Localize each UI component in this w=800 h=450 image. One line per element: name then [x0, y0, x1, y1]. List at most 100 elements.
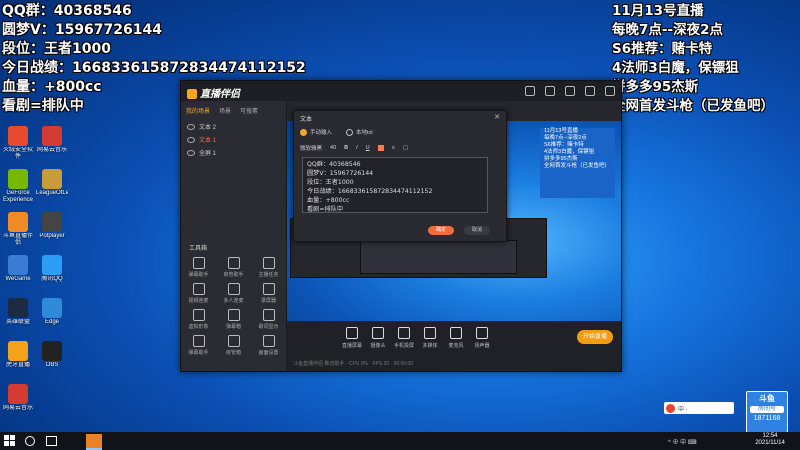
source-button[interactable]: 摄像头 — [365, 327, 391, 349]
source-button[interactable]: 扬声器 — [469, 327, 495, 349]
desktop-icon[interactable]: GeForce Experience — [2, 169, 34, 204]
windows-start-icon[interactable] — [4, 435, 15, 446]
maximize-icon[interactable] — [585, 86, 595, 96]
desktop-icon[interactable]: 网易云音乐 — [36, 126, 68, 161]
confirm-button[interactable]: 确定 — [428, 226, 454, 235]
radio-local-txt[interactable]: 本地txt — [346, 128, 373, 137]
tool-label: 房管助手 — [223, 272, 244, 278]
tool-item[interactable]: 弹幕箱 — [216, 309, 251, 330]
taskbar-clock[interactable]: 12:54 2021/11/14 — [748, 433, 792, 447]
app-icon — [8, 298, 28, 318]
app-icon — [42, 126, 62, 146]
desktop-icon[interactable]: 虎牙直播 — [2, 341, 34, 376]
desktop-icon[interactable]: 网易云音乐 — [2, 384, 34, 419]
tool-label: 弹幕助手 — [188, 272, 209, 278]
text-color-swatch[interactable] — [377, 145, 384, 151]
desktop-icon[interactable]: 火绒安全软件 — [2, 126, 34, 161]
size-select[interactable]: 40 — [330, 145, 336, 151]
desktop-icon-label: 火绒安全软件 — [2, 147, 33, 160]
menu-icon[interactable] — [545, 86, 555, 96]
app-icon — [8, 384, 28, 404]
desktop-icon-label: 网易云音乐 — [36, 147, 67, 153]
tool-label: 视频连麦 — [188, 298, 209, 304]
radio-manual[interactable]: 手动输入 — [300, 128, 332, 137]
desktop-icon[interactable]: WeGame — [2, 255, 34, 290]
app-icon — [8, 341, 28, 361]
border-icon[interactable]: ▢ — [403, 145, 408, 151]
search-icon[interactable] — [25, 436, 35, 446]
desktop-icon[interactable]: Potplayer — [36, 212, 68, 247]
tool-label: 弹幕助手 — [188, 350, 209, 356]
source-icon — [424, 327, 436, 339]
status-bar: 斗鱼直播伴侣 推流助手 · CPU 0% · FPS 30 · 00:00:00 — [293, 361, 414, 367]
tool-item[interactable]: 房管助手 — [216, 257, 251, 278]
skin-icon[interactable] — [525, 86, 535, 96]
nested-preview-window-inner — [360, 240, 517, 274]
tab-my-scenes[interactable]: 我的场景 — [186, 106, 210, 115]
desktop-icon-label: 腾讯QQ — [41, 276, 63, 282]
tool-item[interactable]: 多人连麦 — [216, 283, 251, 304]
tool-icon — [262, 257, 275, 269]
tab-scenes[interactable]: 场景 — [219, 106, 231, 115]
app-logo: 直播伴侣 — [187, 85, 240, 100]
desktop-icon[interactable]: OBS — [36, 341, 68, 376]
app-icon — [8, 255, 28, 275]
desktop-icon[interactable]: LeagueOfLegends — [36, 169, 68, 204]
start-live-button[interactable]: 开始直播 — [577, 330, 613, 344]
tool-item[interactable]: 弹幕助手 — [181, 335, 216, 356]
scene-label: 文本 2 — [199, 125, 217, 131]
close-icon[interactable]: ✕ — [494, 113, 500, 121]
bold-button[interactable]: B — [344, 145, 348, 151]
desktop-icon[interactable]: Edge — [36, 298, 68, 333]
app-icon — [8, 169, 28, 189]
eye-icon[interactable] — [187, 136, 195, 143]
source-icon — [476, 327, 488, 339]
scene-item-active[interactable]: 文本 1 — [181, 133, 286, 146]
tool-label: 歌词显示 — [258, 324, 279, 330]
system-tray[interactable]: ^ ⊕ 中 ⌨ — [668, 437, 696, 446]
eye-icon[interactable] — [187, 149, 195, 156]
eye-icon[interactable] — [187, 123, 195, 130]
tool-label: 主播任务 — [258, 272, 279, 278]
desktop-icon[interactable]: 英雄联盟 — [2, 298, 34, 333]
tool-item[interactable]: 视频连麦 — [181, 283, 216, 304]
desktop-icon[interactable]: 斗鱼直播伴侣 — [2, 212, 34, 247]
app-icon — [8, 212, 28, 232]
source-label: 多媒体 — [422, 343, 438, 349]
tool-item[interactable]: 画面设置 — [251, 335, 286, 356]
taskbar-app-live-companion[interactable] — [86, 434, 102, 450]
source-button[interactable]: 直播屏幕 — [339, 327, 365, 349]
task-view-icon[interactable] — [46, 436, 57, 446]
ime-toolbar[interactable]: 中 · — [664, 402, 734, 414]
italic-button[interactable]: I — [356, 145, 358, 151]
text-content-input[interactable]: QQ群：40368546 圆梦V：15967726144 段位：王者1000 今… — [302, 157, 488, 213]
underline-button[interactable]: U — [366, 145, 370, 151]
overlay-team: 4法师3白魔，保镖狙 — [612, 60, 739, 76]
tab-search[interactable]: 可搜素 — [240, 106, 258, 115]
scene-item[interactable]: 文本 2 — [181, 120, 286, 133]
tool-item[interactable]: 虚拟形象 — [181, 309, 216, 330]
source-button[interactable]: 麦克风 — [443, 327, 469, 349]
align-icon[interactable]: ≡ — [392, 145, 395, 151]
source-button[interactable]: 手机投屏 — [391, 327, 417, 349]
overlay-recommend: S6推荐：赌卡特 — [612, 41, 713, 57]
desktop-icon-label: WeGame — [5, 276, 31, 282]
desktop-icon[interactable]: 腾讯QQ — [36, 255, 68, 290]
source-icon — [450, 327, 462, 339]
tool-label: 录屏器 — [260, 298, 276, 304]
minimize-icon[interactable] — [565, 86, 575, 96]
tool-icon — [262, 283, 275, 295]
close-icon[interactable] — [605, 86, 615, 96]
app-logo-icon — [187, 89, 197, 100]
tool-item[interactable]: 录屏器 — [251, 283, 286, 304]
tool-item[interactable]: 歌词显示 — [251, 309, 286, 330]
source-label: 扬声器 — [474, 343, 490, 349]
scene-item[interactable]: 全屏 1 — [181, 146, 286, 159]
tool-item[interactable]: 弹幕助手 — [181, 257, 216, 278]
douyu-logo: 斗鱼 — [759, 394, 775, 403]
source-button[interactable]: 多媒体 — [417, 327, 443, 349]
font-select[interactable]: 微软雅黑 — [300, 144, 322, 152]
tool-item[interactable]: 房管箱 — [216, 335, 251, 356]
cancel-button[interactable]: 取消 — [464, 226, 490, 235]
tool-item[interactable]: 主播任务 — [251, 257, 286, 278]
